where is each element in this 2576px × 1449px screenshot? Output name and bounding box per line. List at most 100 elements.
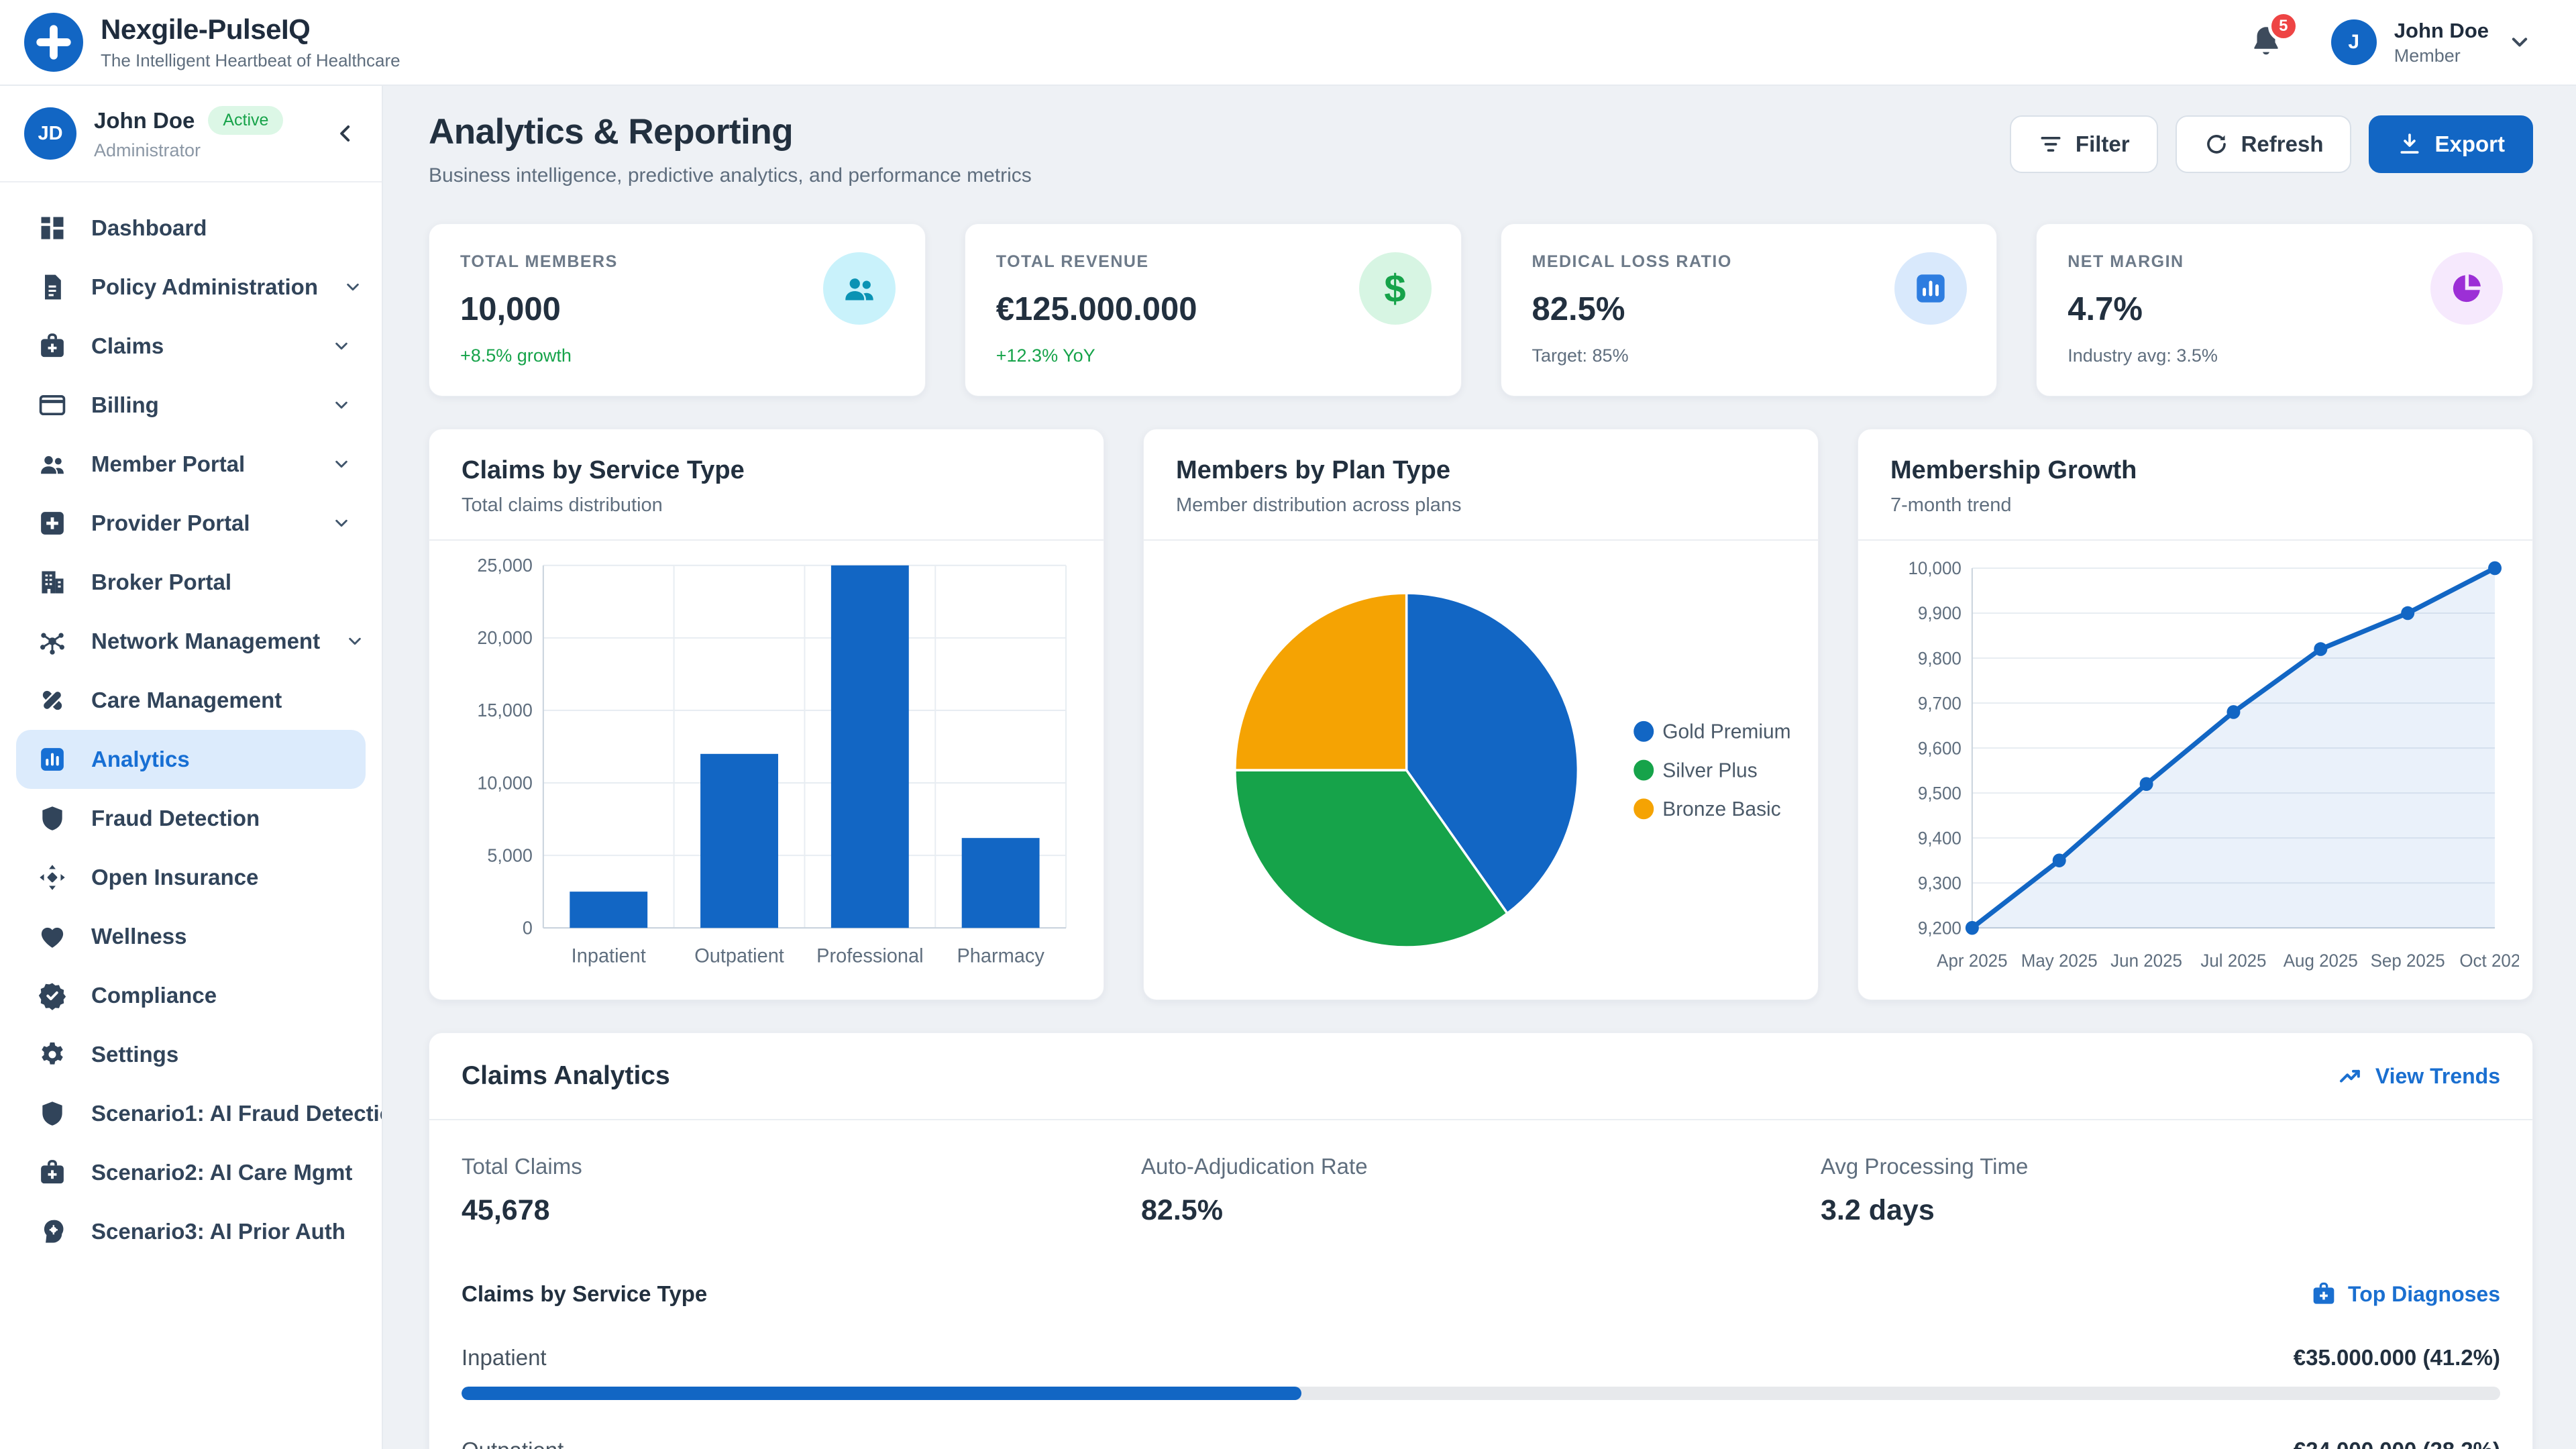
sidebar-item-member-portal[interactable]: Member Portal [0, 435, 382, 494]
document-icon [38, 272, 67, 302]
svg-text:Oct 2025: Oct 2025 [2459, 951, 2519, 971]
pie-chart-card: Members by Plan Type Member distribution… [1143, 429, 1819, 1000]
chevron-down-icon [342, 276, 364, 298]
svg-text:9,400: 9,400 [1918, 828, 1962, 848]
claims-stats: Total Claims45,678Auto-Adjudication Rate… [462, 1154, 2500, 1227]
sidebar-item-label: Dashboard [91, 215, 207, 241]
medical-kit-icon [38, 1158, 67, 1187]
export-button[interactable]: Export [2369, 115, 2533, 173]
claims-bar-outpatient: Outpatient€24.000.000 (28.2%) [462, 1438, 2500, 1449]
dollar-icon: $ [1384, 266, 1405, 311]
sidebar-item-label: Scenario3: AI Prior Auth [91, 1219, 345, 1244]
kpi-icon-bubble: $ [1359, 252, 1432, 325]
user-menu[interactable]: J John Doe Member [2331, 19, 2533, 66]
sidebar-item-label: Member Portal [91, 451, 245, 477]
sidebar-item-dashboard[interactable]: Dashboard [0, 199, 382, 258]
sidebar-item-provider-portal[interactable]: Provider Portal [0, 494, 382, 553]
kpi-card-medical-loss-ratio: MEDICAL LOSS RATIO82.5%Target: 85% [1501, 223, 1998, 396]
kpi-card-total-revenue: TOTAL REVENUE€125.000.000+12.3% YoY$ [965, 223, 1462, 396]
stat-value: 82.5% [1141, 1194, 1821, 1227]
sidebar-item-label: Network Management [91, 629, 320, 654]
charts-row: Claims by Service Type Total claims dist… [429, 429, 2533, 1000]
stat-label: Auto-Adjudication Rate [1141, 1154, 1821, 1179]
filter-button-label: Filter [2076, 131, 2130, 157]
view-trends-link[interactable]: View Trends [2338, 1063, 2500, 1089]
kpi-subtext: Industry avg: 3.5% [2068, 345, 2502, 366]
verified-icon [38, 981, 67, 1010]
sidebar-item-fraud-detection[interactable]: Fraud Detection [0, 789, 382, 848]
bar-chart-subtitle: Total claims distribution [462, 494, 1071, 517]
svg-text:Apr 2025: Apr 2025 [1937, 951, 2007, 971]
sidebar-item-broker-portal[interactable]: Broker Portal [0, 553, 382, 612]
kpi-row: TOTAL MEMBERS10,000+8.5% growthTOTAL REV… [429, 223, 2533, 396]
bar-chart-title: Claims by Service Type [462, 456, 1071, 485]
sidebar-collapse-button[interactable] [332, 120, 359, 147]
chevron-down-icon [331, 513, 352, 534]
stat-label: Total Claims [462, 1154, 1141, 1179]
sidebar-item-analytics[interactable]: Analytics [16, 730, 366, 789]
sidebar: JD John Doe Active Administrator Dashboa… [0, 86, 383, 1449]
svg-text:Jul 2025: Jul 2025 [2200, 951, 2266, 971]
svg-text:9,500: 9,500 [1918, 783, 1962, 803]
page-title: Analytics & Reporting [429, 111, 1032, 152]
claims-bars: Inpatient€35.000.000 (41.2%)Outpatient€2… [462, 1345, 2500, 1449]
svg-text:9,600: 9,600 [1918, 738, 1962, 758]
svg-text:0: 0 [523, 917, 533, 938]
sidebar-item-policy-administration[interactable]: Policy Administration [0, 258, 382, 317]
page-subtitle: Business intelligence, predictive analyt… [429, 164, 1032, 187]
chart-square-icon [1913, 270, 1949, 307]
sidebar-item-label: Provider Portal [91, 511, 250, 536]
pie-chart-title: Members by Plan Type [1176, 456, 1786, 485]
refresh-button[interactable]: Refresh [2176, 115, 2352, 173]
filter-button[interactable]: Filter [2010, 115, 2158, 173]
psychology-icon [38, 1217, 67, 1246]
sidebar-item-label: Scenario1: AI Fraud Detection [91, 1101, 382, 1126]
sidebar-item-claims[interactable]: Claims [0, 317, 382, 376]
sidebar-item-scenario3-ai-prior-auth[interactable]: Scenario3: AI Prior Auth [0, 1202, 382, 1261]
sidebar-item-label: Broker Portal [91, 570, 231, 595]
sidebar-item-scenario1-ai-fraud-detection[interactable]: Scenario1: AI Fraud Detection [0, 1084, 382, 1143]
sidebar-item-wellness[interactable]: Wellness [0, 907, 382, 966]
sidebar-item-network-management[interactable]: Network Management [0, 612, 382, 671]
grid-icon [38, 213, 67, 243]
svg-text:Outpatient: Outpatient [694, 945, 784, 967]
claims-stat-auto-adjudication-rate: Auto-Adjudication Rate 82.5% [1141, 1154, 1821, 1227]
svg-text:10,000: 10,000 [477, 772, 532, 793]
progress-fill [462, 1387, 1301, 1400]
pie-icon [2449, 270, 2485, 307]
kpi-icon-bubble [823, 252, 896, 325]
sidebar-item-settings[interactable]: Settings [0, 1025, 382, 1084]
top-diagnoses-link[interactable]: Top Diagnoses [2310, 1281, 2500, 1307]
claims-analytics-title: Claims Analytics [462, 1061, 670, 1091]
sidebar-item-billing[interactable]: Billing [0, 376, 382, 435]
sidebar-item-care-management[interactable]: Care Management [0, 671, 382, 730]
line-chart-card: Membership Growth 7-month trend 9,2009,3… [1858, 429, 2533, 1000]
svg-text:9,300: 9,300 [1918, 873, 1962, 893]
svg-text:9,200: 9,200 [1918, 918, 1962, 938]
svg-text:Gold Premium: Gold Premium [1662, 720, 1790, 743]
shield-icon [38, 804, 67, 833]
svg-text:Professional: Professional [816, 945, 923, 967]
chevron-down-icon [331, 453, 352, 475]
breakdown-title: Claims by Service Type [462, 1281, 707, 1307]
network-icon [38, 627, 67, 656]
kpi-icon-bubble [2430, 252, 2503, 325]
claims-stat-avg-processing-time: Avg Processing Time3.2 days [1821, 1154, 2500, 1227]
claims-bar-label: Inpatient [462, 1345, 547, 1371]
sidebar-item-scenario2-ai-care-mgmt[interactable]: Scenario2: AI Care Mgmt [0, 1143, 382, 1202]
notifications-button[interactable]: 5 [2248, 23, 2284, 62]
top-diagnoses-label: Top Diagnoses [2348, 1282, 2500, 1307]
pie-chart-subtitle: Member distribution across plans [1176, 494, 1786, 517]
svg-text:Silver Plus: Silver Plus [1662, 759, 1757, 782]
sidebar-item-open-insurance[interactable]: Open Insurance [0, 848, 382, 907]
chart-square-icon [38, 745, 67, 774]
medical-cross-icon [38, 508, 67, 538]
sidebar-item-compliance[interactable]: Compliance [0, 966, 382, 1025]
kpi-card-total-members: TOTAL MEMBERS10,000+8.5% growth [429, 223, 926, 396]
svg-text:Pharmacy: Pharmacy [957, 945, 1044, 967]
chevron-down-icon [2506, 29, 2533, 56]
claims-bar-label: Outpatient [462, 1438, 564, 1449]
svg-text:10,000: 10,000 [1908, 558, 1961, 578]
sidebar-item-label: Policy Administration [91, 274, 318, 300]
heart-icon [38, 922, 67, 951]
